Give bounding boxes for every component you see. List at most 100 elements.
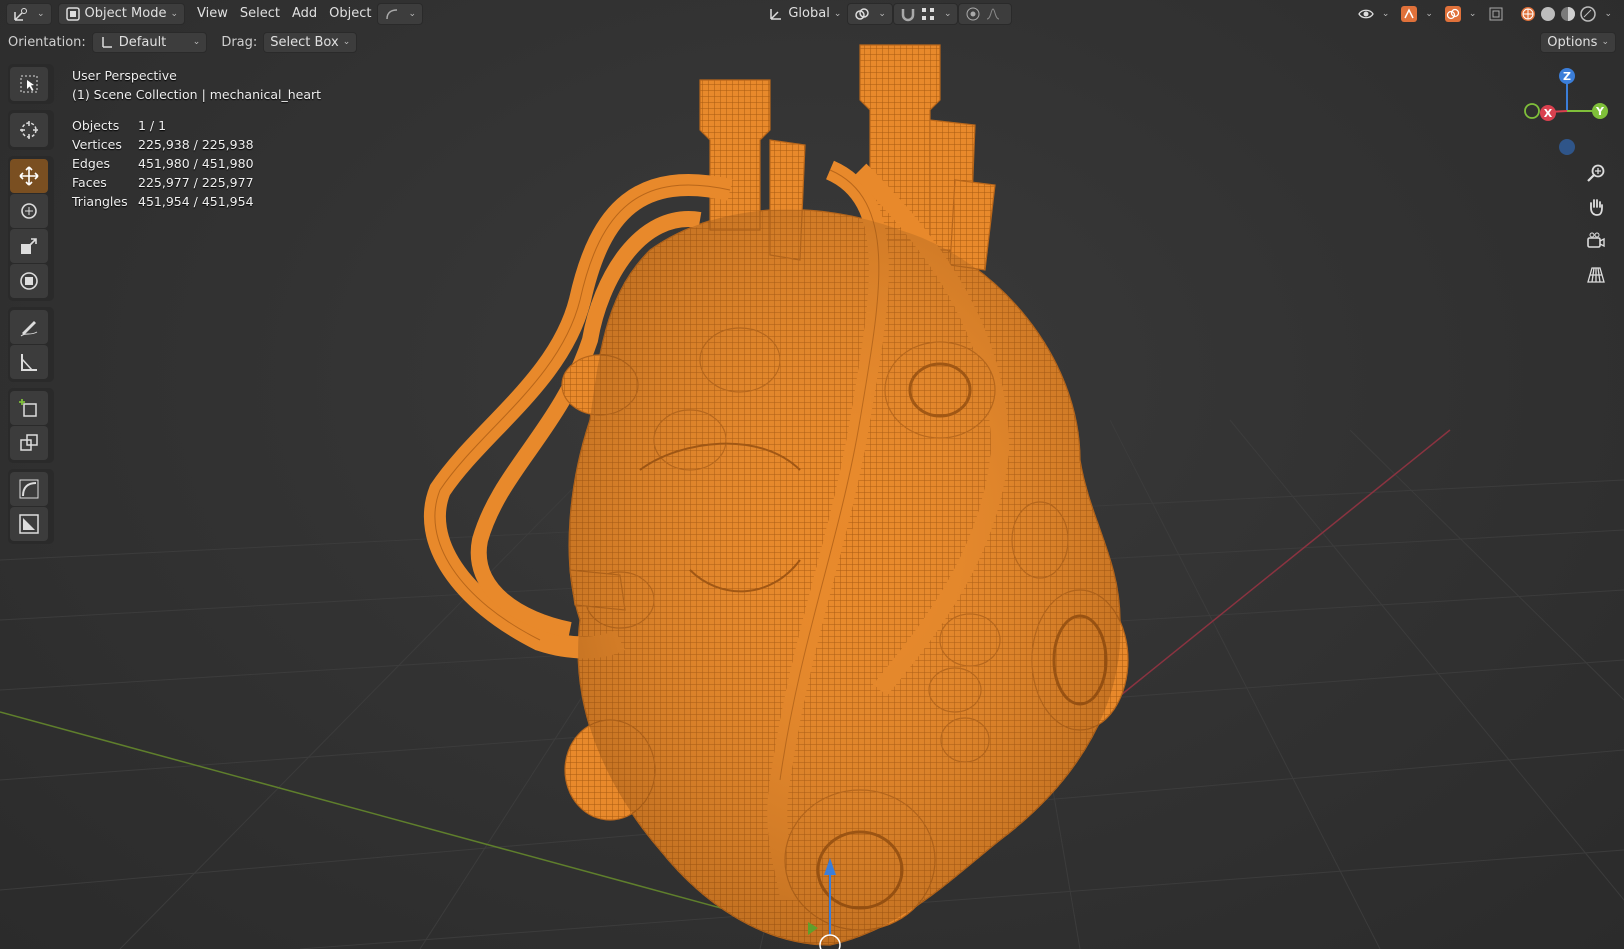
scene-stats: Objects 1 / 1 Vertices 225,938 / 225,938 E… xyxy=(72,116,321,211)
drag-dropdown[interactable]: Select Box ⌄ xyxy=(263,31,358,53)
tool-group-annotate xyxy=(8,307,54,382)
proportional-editing-toggle[interactable] xyxy=(958,2,1013,25)
chevron-down-icon: ⌄ xyxy=(943,8,952,19)
proportional-icon xyxy=(966,7,980,20)
transform-orientation-dropdown[interactable]: Global ⌄ xyxy=(762,3,847,25)
wireframe-shading-icon[interactable] xyxy=(1520,6,1536,22)
rendered-shading-icon[interactable] xyxy=(1580,5,1597,22)
material-shading-icon[interactable] xyxy=(1560,6,1576,22)
orientation-label: Orientation: xyxy=(8,34,86,50)
stat-value: 225,938 / 225,938 xyxy=(138,137,254,152)
tool-group-transform xyxy=(8,156,54,301)
gizmo-z-label: Z xyxy=(1563,70,1571,83)
perspective-toggle-button[interactable] xyxy=(1582,260,1610,290)
view-name: User Perspective xyxy=(72,68,177,83)
xray-toggle[interactable] xyxy=(1482,3,1514,25)
tool-group-cursor xyxy=(8,110,54,150)
rotate-tool[interactable] xyxy=(10,194,48,228)
chevron-down-icon: ⌄ xyxy=(408,8,417,19)
stat-value: 451,980 / 451,980 xyxy=(138,156,254,171)
annotate-tool[interactable] xyxy=(10,310,48,344)
mode-dropdown[interactable]: Object Mode ⌄ xyxy=(57,2,185,25)
menu-view[interactable]: View xyxy=(191,3,234,25)
orientation-icon xyxy=(102,37,112,48)
chevron-down-icon: ⌄ xyxy=(1425,8,1433,19)
drag-value: Select Box xyxy=(270,34,339,50)
overlays-icon xyxy=(1444,5,1461,22)
camera-view-button[interactable] xyxy=(1582,226,1610,256)
options-label: Options xyxy=(1547,34,1598,50)
zoom-button[interactable] xyxy=(1582,158,1610,188)
mode-label: Object Mode xyxy=(84,6,167,21)
xray-icon xyxy=(1489,7,1503,20)
editor-type-button[interactable]: ⌄ xyxy=(6,2,52,25)
drag-label: Drag: xyxy=(221,34,258,50)
chevron-down-icon: ⌄ xyxy=(878,8,886,19)
stroke-icon xyxy=(386,8,398,19)
orientation-dropdown[interactable]: Default ⌄ xyxy=(91,31,208,53)
transform-tool[interactable] xyxy=(10,264,48,298)
menu-select[interactable]: Select xyxy=(234,3,286,25)
stat-row: Objects 1 / 1 xyxy=(72,116,321,135)
chevron-down-icon: ⌄ xyxy=(170,8,178,19)
gp-stroke-button[interactable]: ⌄ xyxy=(377,2,424,25)
image-tool[interactable] xyxy=(10,507,48,541)
mechanical-heart-mesh[interactable] xyxy=(424,44,1129,946)
snap-toggle[interactable]: ⌄ xyxy=(892,2,959,25)
overlays-toggle[interactable]: ⌄ xyxy=(1439,3,1483,25)
shading-modes[interactable]: ⌄ xyxy=(1514,3,1618,25)
curve-tool[interactable] xyxy=(10,472,48,506)
add-cube-tool[interactable] xyxy=(10,391,48,425)
measure-icon xyxy=(21,354,37,371)
viewport-info-overlay: User Perspective (1) Scene Collection | … xyxy=(72,66,321,211)
chevron-down-icon: ⌄ xyxy=(1601,37,1609,47)
annotate-icon xyxy=(20,321,38,337)
transform-editor-icon xyxy=(14,7,27,21)
gizmo-x-label: X xyxy=(1544,107,1553,120)
gizmo-y-label: Y xyxy=(1595,105,1605,118)
select-box-icon xyxy=(20,75,38,93)
move-tool[interactable] xyxy=(10,159,48,193)
tool-group-misc xyxy=(8,469,54,544)
gizmo-toggle[interactable]: ⌄ xyxy=(1395,3,1439,25)
cursor-tool[interactable] xyxy=(10,113,48,147)
scale-tool[interactable] xyxy=(10,229,48,263)
stat-row: Faces 225,977 / 225,977 xyxy=(72,173,321,192)
visibility-dropdown[interactable]: ⌄ xyxy=(1352,3,1396,25)
falloff-icon xyxy=(987,7,1000,19)
chevron-down-icon: ⌄ xyxy=(1604,8,1612,19)
stat-value: 1 / 1 xyxy=(138,118,167,133)
select-box-tool[interactable] xyxy=(10,67,48,101)
chevron-down-icon: ⌄ xyxy=(1381,8,1390,19)
viewport-navigation xyxy=(1582,158,1612,294)
gizmo-neg-z-axis[interactable] xyxy=(1559,139,1575,155)
grid-perspective-icon xyxy=(1587,267,1605,283)
navigation-gizmo[interactable]: Z Y X xyxy=(1520,64,1620,164)
stat-key: Objects xyxy=(72,118,120,133)
image-icon xyxy=(19,514,39,534)
scale-icon xyxy=(21,238,37,254)
solid-shading-icon[interactable] xyxy=(1540,6,1556,22)
transform-icon xyxy=(20,272,38,290)
camera-icon xyxy=(1587,232,1605,248)
options-dropdown[interactable]: Options ⌄ xyxy=(1540,31,1616,53)
gizmo-icon xyxy=(1401,5,1418,22)
stat-key: Triangles xyxy=(72,194,128,209)
menu-add[interactable]: Add xyxy=(286,3,323,25)
extrude-tool[interactable] xyxy=(10,426,48,460)
move-icon xyxy=(19,166,39,186)
collection-line: (1) Scene Collection | mechanical_heart xyxy=(72,87,322,102)
stat-row: Edges 451,980 / 451,980 xyxy=(72,154,321,173)
tool-settings-bar: Orientation: Default ⌄ Drag: Select Box … xyxy=(0,29,1624,55)
measure-tool[interactable] xyxy=(10,345,48,379)
rotate-icon xyxy=(21,203,37,219)
viewport-header: ⌄ Object Mode ⌄ View Select Add Object ⌄… xyxy=(0,0,1624,27)
pivot-point-dropdown[interactable]: ⌄ xyxy=(847,2,893,25)
orientation-value: Default xyxy=(118,34,167,50)
gizmo-neg-y-axis[interactable] xyxy=(1524,103,1540,119)
snap-grid-icon xyxy=(921,7,934,20)
pan-button[interactable] xyxy=(1582,192,1610,222)
menu-object[interactable]: Object xyxy=(323,3,377,25)
magnet-icon xyxy=(901,8,915,21)
stat-key: Vertices xyxy=(72,137,122,152)
